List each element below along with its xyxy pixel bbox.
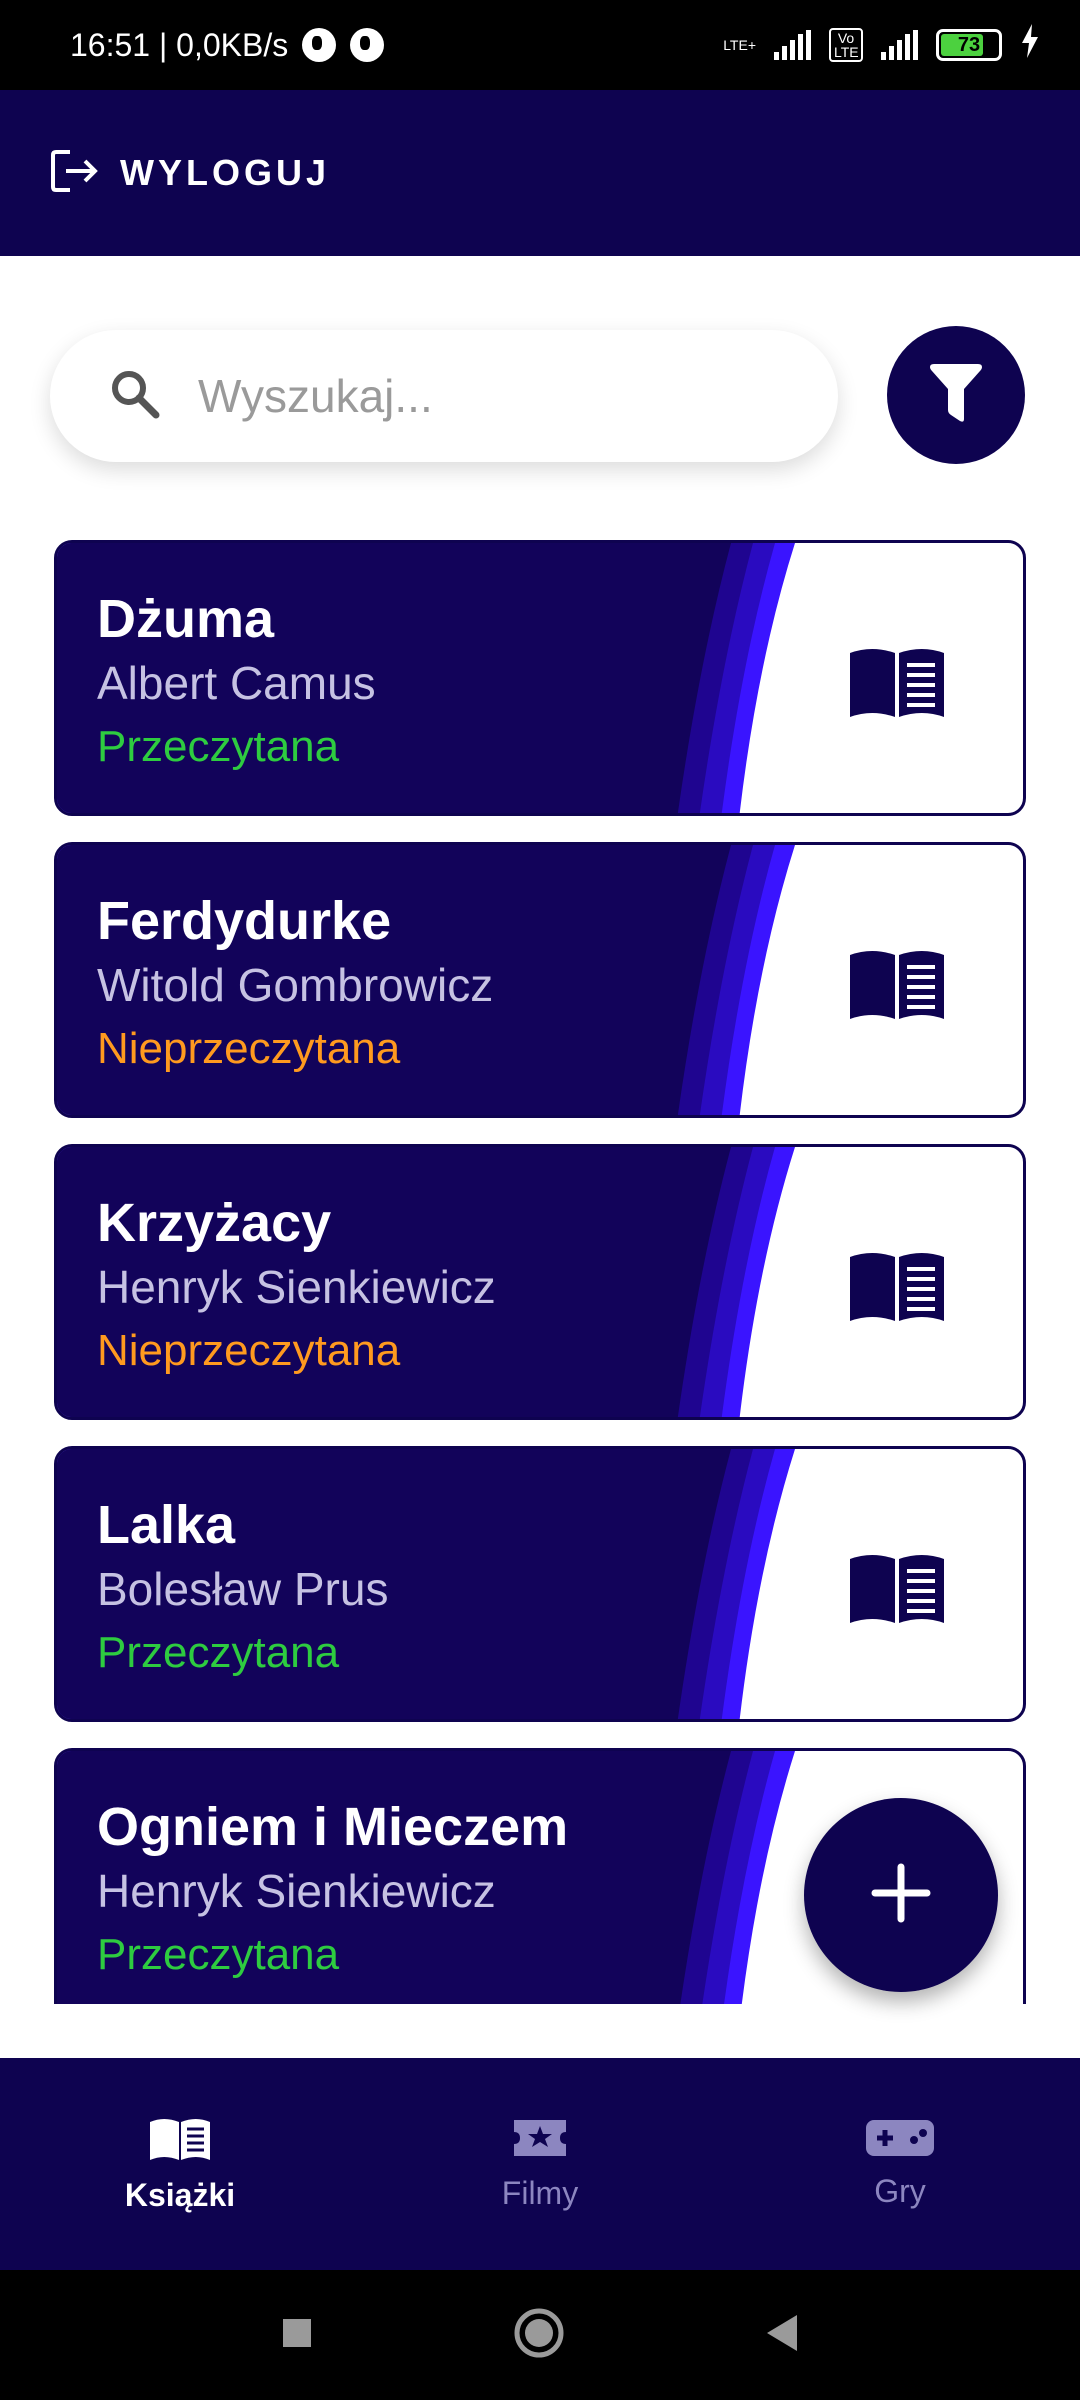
signal-icon	[881, 30, 918, 60]
notification-icon	[302, 28, 337, 62]
card-text: Lalka Bolesław Prus Przeczytana	[97, 1493, 388, 1685]
notification-icon	[350, 28, 385, 62]
logout-icon	[50, 148, 100, 199]
book-icon	[847, 643, 947, 724]
recents-button[interactable]	[281, 2317, 313, 2354]
signal-icon	[774, 30, 811, 60]
nav-item-movies[interactable]: Filmy	[360, 2058, 720, 2270]
card-text: Ogniem i Mieczem Henryk Sienkiewicz Przecz…	[97, 1795, 568, 1987]
book-status: Przeczytana	[97, 1930, 340, 1979]
status-left: 16:51 | 0,0KB/s	[70, 26, 385, 64]
plus-icon	[871, 1863, 931, 1928]
book-title: Ogniem i Mieczem	[97, 1797, 569, 1857]
book-status: Przeczytana	[97, 722, 340, 771]
book-icon	[148, 2114, 212, 2167]
search-icon	[108, 367, 162, 426]
search-bar[interactable]	[50, 330, 838, 462]
movie-ticket-icon	[512, 2116, 568, 2165]
book-author: Albert Camus	[97, 657, 376, 709]
logout-button[interactable]: WYLOGUJ	[0, 90, 1080, 256]
book-author: Bolesław Prus	[97, 1563, 389, 1615]
book-card[interactable]: Ferdydurke Witold Gombrowicz Nieprzeczytan…	[54, 842, 1026, 1118]
charging-icon	[1020, 24, 1040, 66]
book-icon	[847, 1247, 947, 1328]
book-status: Nieprzeczytana	[97, 1326, 401, 1375]
nav-label: Filmy	[501, 2175, 579, 2211]
battery-icon: 73	[936, 29, 1002, 61]
book-title: Dżuma	[97, 589, 275, 649]
logout-label: WYLOGUJ	[120, 152, 331, 193]
book-author: Henryk Sienkiewicz	[97, 1865, 496, 1917]
nav-label: Gry	[874, 2173, 926, 2209]
book-title: Ferdydurke	[97, 891, 392, 951]
book-icon	[847, 1549, 947, 1630]
status-time: 16:51 | 0,0KB/s	[70, 26, 289, 63]
search-input[interactable]	[198, 369, 758, 423]
status-bar: 16:51 | 0,0KB/s LTE+ Vo LTE 73	[0, 0, 1080, 90]
back-button[interactable]	[765, 2313, 799, 2358]
add-button[interactable]	[804, 1798, 998, 1992]
lte-label: LTE+	[723, 37, 756, 53]
gamepad-icon	[864, 2118, 936, 2163]
book-icon	[847, 945, 947, 1026]
home-button[interactable]	[513, 2307, 565, 2364]
nav-label: Książki	[124, 2177, 236, 2213]
nav-item-games[interactable]: Gry	[720, 2058, 1080, 2270]
filter-icon	[926, 361, 986, 430]
battery-level: 73	[957, 33, 981, 56]
book-title: Lalka	[97, 1495, 236, 1555]
bottom-navigation: Książki Filmy Gry	[0, 2058, 1080, 2270]
book-status: Przeczytana	[97, 1628, 340, 1677]
book-title: Krzyżacy	[97, 1193, 332, 1253]
filter-button[interactable]	[887, 326, 1025, 464]
nav-item-books[interactable]: Książki	[0, 2058, 360, 2270]
card-text: Krzyżacy Henryk Sienkiewicz Nieprzeczytana	[97, 1191, 496, 1383]
book-card[interactable]: Lalka Bolesław Prus Przeczytana	[54, 1446, 1026, 1722]
book-author: Witold Gombrowicz	[97, 959, 494, 1011]
book-status: Nieprzeczytana	[97, 1024, 401, 1073]
status-right: LTE+ Vo LTE 73	[723, 24, 1040, 66]
volte-label: Vo LTE	[829, 28, 863, 62]
book-author: Henryk Sienkiewicz	[97, 1261, 496, 1313]
book-list: Dżuma Albert Camus Przeczytana Ferdydurke Wi…	[54, 540, 1026, 2004]
system-navigation-bar	[0, 2270, 1080, 2400]
book-card[interactable]: Dżuma Albert Camus Przeczytana	[54, 540, 1026, 816]
book-card[interactable]: Krzyżacy Henryk Sienkiewicz Nieprzeczytana	[54, 1144, 1026, 1420]
card-text: Ferdydurke Witold Gombrowicz Nieprzeczytan…	[97, 889, 493, 1081]
card-text: Dżuma Albert Camus Przeczytana	[97, 587, 376, 779]
